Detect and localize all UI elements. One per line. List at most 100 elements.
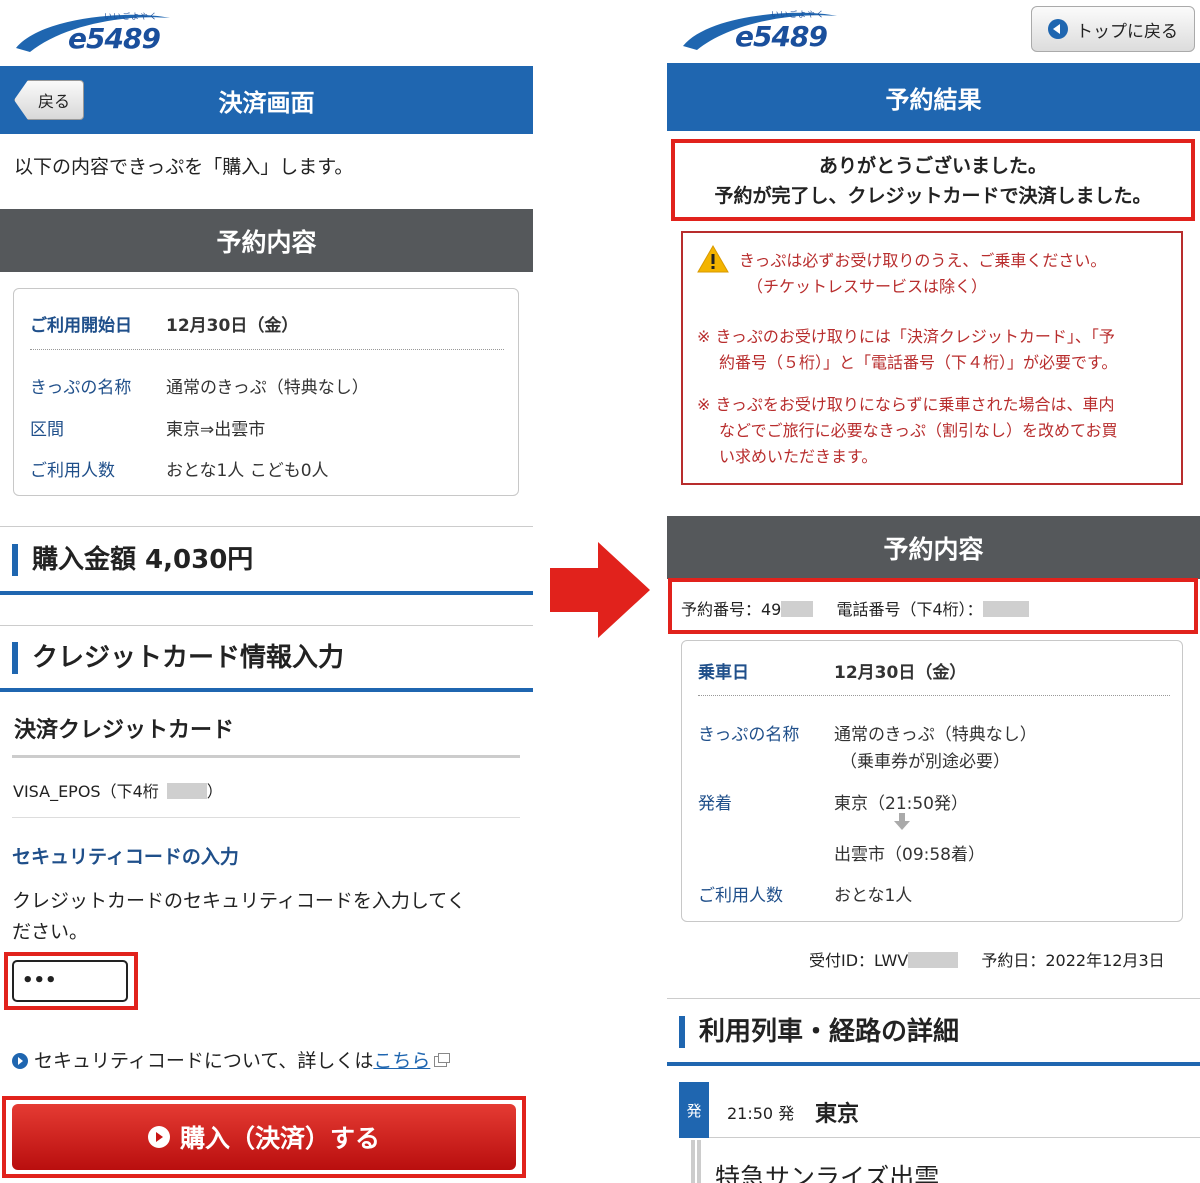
security-info-line: セキュリティコードについて、詳しくはこちら <box>12 1046 451 1073</box>
note-text: ※ きっぷをお受け取りにならずに乗車された場合は、車内 <box>697 395 1115 414</box>
intro-text: 以下の内容できっぷを「購入」します。 <box>14 156 354 178</box>
summary-card: ご利用開始日 12月30日（金） きっぷの名称 通常のきっぷ（特典なし） 区間 … <box>13 288 519 496</box>
divider <box>667 998 1200 999</box>
route-line <box>691 1140 695 1183</box>
receipt-info: 受付ID：LWV 予約日：2022年12月3日 <box>809 947 1165 971</box>
people-label: ご利用人数 <box>698 886 783 906</box>
divider <box>0 625 533 626</box>
summary-header: 予約内容 <box>0 209 533 272</box>
note-text: い求めいただきます。 <box>719 447 878 466</box>
payment-screen: いいごよやく e5489 戻る 決済画面 以下の内容できっぷを「購入」します。 … <box>0 0 533 1183</box>
reservation-date: 予約日：2022年12月3日 <box>981 951 1165 970</box>
page-title: 決済画面 <box>218 88 315 117</box>
security-heading: セキュリティコードの入力 <box>12 846 239 868</box>
start-date-value: 12月30日（金） <box>166 316 299 336</box>
route-heading: 利用列車・経路の詳細 <box>679 1016 959 1048</box>
price-heading: 購入金額 4,030円 <box>12 544 253 576</box>
e5489-logo[interactable]: いいごよやく e5489 <box>12 8 172 56</box>
arrow-circle-icon <box>147 1126 170 1148</box>
page-header: 戻る 決済画面 <box>0 66 533 134</box>
back-to-top-label: トップに戻る <box>1076 21 1178 42</box>
divider <box>698 695 1170 696</box>
start-date-label: ご利用開始日 <box>30 316 132 336</box>
details-link[interactable]: こちら <box>373 1050 430 1072</box>
logo-ruby: いいごよやく <box>771 10 825 19</box>
ride-date-value: 12月30日（金） <box>834 663 967 683</box>
trip-summary-card: 乗車日 12月30日（金） きっぷの名称 通常のきっぷ（特典なし） （乗車券が別… <box>681 640 1183 922</box>
departure-station: 東京 <box>815 1102 860 1127</box>
note-text: 約番号（５桁）」と「電話番号（下４桁）」が必要です。 <box>719 353 1118 372</box>
people-value: おとな1人 こども0人 <box>166 461 329 481</box>
ride-date-label: 乗車日 <box>698 663 749 683</box>
logo-text: e5489 <box>735 20 828 53</box>
warning-box: きっぷは必ずお受け取りのうえ、ご乗車ください。 （チケットレスサービスは除く） … <box>681 231 1183 485</box>
divider <box>12 755 520 758</box>
divider <box>667 1062 1200 1066</box>
summary-header: 予約内容 <box>667 516 1200 579</box>
ticket-name-value: 通常のきっぷ（特典なし） <box>166 378 369 398</box>
note-text: などでご旅行に必要なきっぷ（割引なし）を改めてお買 <box>719 421 1118 440</box>
completion-message: ありがとうございました。 予約が完了し、クレジットカードで決済しました。 <box>671 139 1195 221</box>
divider <box>0 591 533 595</box>
warning-text: （チケットレスサービスは除く） <box>747 277 988 296</box>
divider <box>709 1137 1200 1138</box>
divider <box>0 688 533 692</box>
receipt-id: 受付ID：LWV <box>809 951 909 970</box>
card-value-end: ） <box>206 782 223 801</box>
departure-value: 東京（21:50発） <box>834 794 968 814</box>
phone-number: 電話番号（下4桁）： <box>836 600 983 619</box>
security-desc-line: クレジットカードのセキュリティコードを入力してく <box>12 890 466 912</box>
e5489-logo[interactable]: いいごよやく e5489 <box>679 6 839 54</box>
thanks-line: ありがとうございました。 <box>818 155 1047 177</box>
divider <box>30 349 504 350</box>
masked-reservation-digits <box>781 601 814 617</box>
masked-phone-digits <box>982 601 1029 617</box>
back-button[interactable]: 戻る <box>14 80 84 120</box>
masked-card-digits <box>166 783 207 799</box>
security-description: クレジットカードのセキュリティコードを入力してく ださい。 <box>12 886 466 948</box>
page-title: 予約結果 <box>885 85 982 114</box>
logo-text: e5489 <box>68 22 161 55</box>
warning-text: きっぷは必ずお受け取りのうえ、ご乗車ください。 <box>739 251 1107 270</box>
card-value: VISA_EPOS（下4桁 ） <box>13 778 223 802</box>
divider <box>0 526 533 527</box>
security-code-input[interactable]: ••• <box>12 960 128 1002</box>
ticket-name-label: きっぷの名称 <box>30 378 132 398</box>
train-name: 特急サンライズ出雲 <box>715 1163 940 1183</box>
divider <box>12 817 520 818</box>
card-subheading: 決済クレジットカード <box>14 718 235 743</box>
ticket-name-note: （乗車券が別途必要） <box>840 752 1010 772</box>
warning-icon <box>697 245 729 273</box>
note-text: ※ きっぷのお受け取りには「決済クレジットカード」、「予 <box>697 327 1115 346</box>
ticket-name-label: きっぷの名称 <box>698 725 800 745</box>
departure-time: 21:50 発 <box>727 1104 795 1123</box>
route-line <box>697 1140 701 1183</box>
security-desc-line: ださい。 <box>12 921 89 943</box>
card-heading: クレジットカード情報入力 <box>12 642 344 674</box>
down-arrow-icon <box>894 813 910 830</box>
info-arrow-icon <box>12 1053 28 1069</box>
section-label: 区間 <box>30 420 64 440</box>
people-value: おとな1人 <box>834 886 913 906</box>
departure-badge: 発 <box>679 1082 709 1138</box>
next-step-arrow-icon <box>550 542 650 638</box>
logo-ruby: いいごよやく <box>104 12 158 21</box>
security-link-text: セキュリティコードについて、詳しくは <box>34 1050 374 1072</box>
reservation-result-screen: いいごよやく e5489 トップに戻る 予約結果 ありがとうございました。 予約… <box>667 0 1200 1183</box>
people-label: ご利用人数 <box>30 461 115 481</box>
external-link-icon <box>434 1053 451 1067</box>
back-arrow-icon <box>1048 19 1068 39</box>
dep-arr-label: 発着 <box>698 794 732 814</box>
masked-receipt-id <box>908 952 959 968</box>
reservation-numbers: 予約番号：49 電話番号（下4桁）： <box>681 596 1029 620</box>
ticket-name-value: 通常のきっぷ（特典なし） <box>834 725 1037 745</box>
purchase-button-label: 購入（決済）する <box>179 1124 380 1153</box>
card-name: VISA_EPOS（下4桁 <box>13 782 159 801</box>
back-to-top-button[interactable]: トップに戻る <box>1031 6 1195 52</box>
purchase-button[interactable]: 購入（決済）する <box>12 1104 516 1170</box>
reservation-number: 予約番号：49 <box>681 600 782 619</box>
arrival-value: 出雲市（09:58着） <box>834 845 985 865</box>
section-value: 東京⇒出雲市 <box>166 420 266 440</box>
thanks-line: 予約が完了し、クレジットカードで決済しました。 <box>714 185 1152 207</box>
page-header: 予約結果 <box>667 63 1200 131</box>
